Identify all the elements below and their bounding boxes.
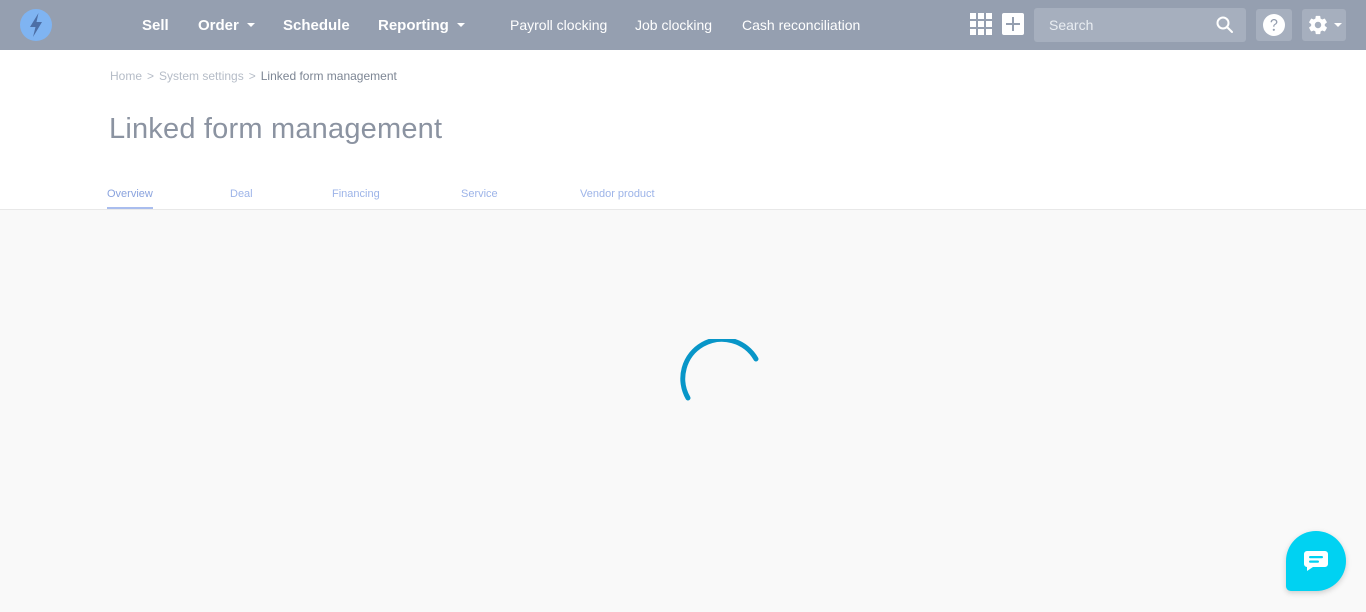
nav-schedule[interactable]: Schedule xyxy=(283,0,350,50)
grid-icon[interactable] xyxy=(970,13,992,35)
breadcrumb-home[interactable]: Home xyxy=(110,69,142,83)
spinner-icon xyxy=(680,339,759,401)
chevron-down-icon xyxy=(246,23,255,27)
nav-sell[interactable]: Sell xyxy=(142,0,169,50)
tab-bar: Overview Deal Financing Service Vendor p… xyxy=(0,188,1366,212)
question-mark-icon xyxy=(1263,14,1285,36)
nav-reporting-label: Reporting xyxy=(378,16,449,34)
nav-order[interactable]: Order xyxy=(198,0,255,50)
nav-job-clocking[interactable]: Job clocking xyxy=(635,0,712,50)
nav-cash-reconciliation[interactable]: Cash reconciliation xyxy=(742,0,860,50)
tab-service[interactable]: Service xyxy=(461,188,498,200)
nav-schedule-label: Schedule xyxy=(283,16,350,34)
breadcrumb-system-settings[interactable]: System settings xyxy=(159,69,244,83)
tab-financing[interactable]: Financing xyxy=(332,188,380,200)
nav-payroll-clocking-label: Payroll clocking xyxy=(510,17,608,33)
plus-icon[interactable] xyxy=(1002,13,1024,35)
breadcrumb-separator: > xyxy=(248,69,256,83)
page-title: Linked form management xyxy=(109,113,443,145)
tab-deal[interactable]: Deal xyxy=(230,188,253,200)
nav-sell-label: Sell xyxy=(142,16,169,34)
help-button[interactable] xyxy=(1256,9,1292,41)
nav-reporting[interactable]: Reporting xyxy=(378,0,465,50)
lightning-bolt-icon[interactable] xyxy=(20,9,52,41)
tab-vendor-product[interactable]: Vendor product xyxy=(580,188,655,200)
page-header: Home > System settings > Linked form managem… xyxy=(0,50,1366,210)
search-box xyxy=(1034,8,1246,42)
breadcrumb-current: Linked form management xyxy=(260,69,397,83)
chevron-down-icon xyxy=(456,23,465,27)
nav-order-label: Order xyxy=(198,16,239,34)
nav-payroll-clocking[interactable]: Payroll clocking xyxy=(510,0,607,50)
chevron-down-icon xyxy=(1334,23,1342,27)
gear-icon xyxy=(1309,15,1327,35)
search-icon[interactable] xyxy=(1216,16,1234,34)
tab-overview[interactable]: Overview xyxy=(107,188,153,209)
chat-button[interactable] xyxy=(1286,531,1346,591)
top-navbar: Sell Order Schedule Reporting Payroll cl… xyxy=(0,0,1366,50)
chat-bubble-icon xyxy=(1304,551,1328,571)
breadcrumb-separator: > xyxy=(147,69,155,83)
breadcrumb: Home > System settings > Linked form managem… xyxy=(110,69,397,83)
nav-cash-reconciliation-label: Cash reconciliation xyxy=(742,17,861,33)
nav-job-clocking-label: Job clocking xyxy=(635,17,713,33)
settings-button[interactable] xyxy=(1302,9,1346,41)
search-input[interactable] xyxy=(1034,8,1214,42)
